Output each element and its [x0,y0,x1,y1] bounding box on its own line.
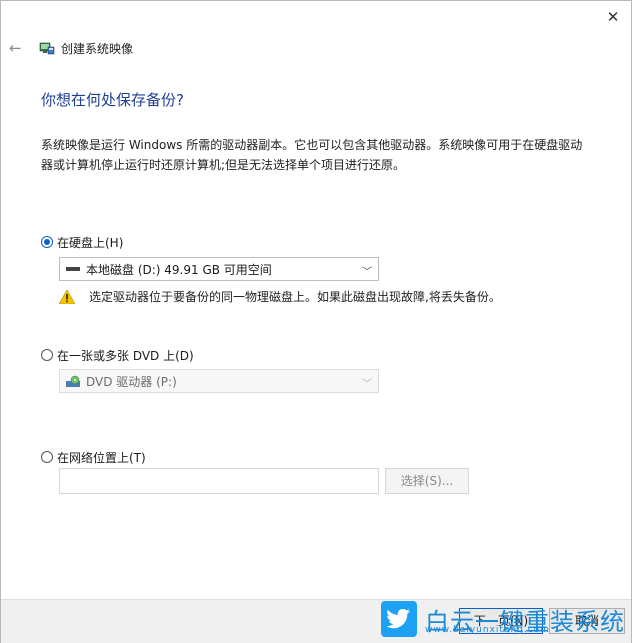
close-button[interactable]: ✕ [603,7,623,27]
back-arrow-icon[interactable]: ← [9,39,27,57]
system-image-icon [39,42,55,55]
radio-dvd[interactable]: 在一张或多张 DVD 上(D) [41,346,194,364]
hard-drive-icon [66,267,80,271]
page-heading: 你想在何处保存备份? [41,91,184,109]
dvd-select[interactable]: DVD 驱动器 (P:) ﹀ [59,369,379,393]
radio-hard-disk-label: 在硬盘上(H) [57,235,124,250]
close-icon: ✕ [606,8,620,26]
chevron-down-icon: ﹀ [362,267,372,278]
network-path-input[interactable] [59,468,379,494]
radio-dvd-label: 在一张或多张 DVD 上(D) [57,348,194,363]
radio-network-indicator[interactable] [41,451,53,463]
warning-message: 选定驱动器位于要备份的同一物理磁盘上。如果此磁盘出现故障,将丢失备份。 [59,288,501,305]
radio-dvd-indicator[interactable] [41,349,53,361]
warning-icon [59,289,75,304]
bird-logo-icon [381,601,417,637]
warning-text: 选定驱动器位于要备份的同一物理磁盘上。如果此磁盘出现故障,将丢失备份。 [89,290,501,304]
dialog-window: ✕ ← 创建系统映像 你想在何处保存备份? 系统映像是运行 Windows 所需… [0,0,632,643]
window-title: 创建系统映像 [61,41,134,56]
dvd-select-value: DVD 驱动器 (P:) [86,374,177,389]
radio-hard-disk[interactable]: 在硬盘上(H) [41,233,123,251]
chevron-down-icon: ﹀ [362,379,372,390]
radio-network[interactable]: 在网络位置上(T) [41,448,146,466]
hard-disk-select[interactable]: 本地磁盘 (D:) 49.91 GB 可用空间 ﹀ [59,257,379,281]
watermark-url: www.baiyunxitong.com [425,625,550,635]
dvd-drive-icon [66,375,80,387]
title-bar: ← 创建系统映像 [9,37,133,59]
browse-button[interactable]: 选择(S)... [385,468,469,494]
page-description: 系统映像是运行 Windows 所需的驱动器副本。它也可以包含其他驱动器。系统映… [41,138,583,172]
radio-network-label: 在网络位置上(T) [57,450,146,465]
hard-disk-select-value: 本地磁盘 (D:) 49.91 GB 可用空间 [86,262,272,277]
radio-hard-disk-indicator[interactable] [41,236,53,248]
